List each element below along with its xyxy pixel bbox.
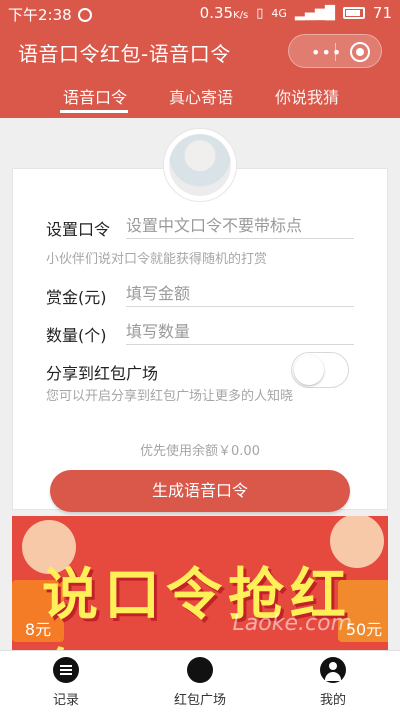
share-hint: 您可以开启分享到红包广场让更多的人知晓 xyxy=(46,389,294,404)
password-label: 设置口令 xyxy=(46,220,111,239)
page-title: 语音口令红包-语音口令 xyxy=(18,42,231,66)
battery-level: 71 xyxy=(372,4,392,22)
balance-text: 优先使用余额￥0.00 xyxy=(140,444,260,459)
amount-input[interactable] xyxy=(126,280,354,307)
mini-program-capsule: ••• xyxy=(288,34,382,68)
password-input[interactable] xyxy=(126,212,354,239)
share-label: 分享到红包广场 xyxy=(46,364,159,383)
nav-square-label: 红包广场 xyxy=(173,693,226,708)
promo-banner[interactable]: 8元 50元 说口令抢红包 Laoke.com xyxy=(12,516,388,652)
network-type: 4G xyxy=(271,6,287,20)
network-speed: 0.35K/s xyxy=(199,4,249,22)
count-label: 数量(个) xyxy=(46,326,107,345)
share-toggle[interactable] xyxy=(291,352,349,388)
nav-records-label: 记录 xyxy=(52,693,79,708)
status-time: 下午2:38 xyxy=(8,6,72,24)
bottom-nav: 记录 红包广场 我的 xyxy=(0,650,400,712)
tab-guess-game[interactable]: 你说我猜 xyxy=(275,84,339,108)
watermark: Laoke.com xyxy=(232,611,352,636)
nav-mine-label: 我的 xyxy=(319,693,346,708)
grid-icon xyxy=(187,657,213,683)
close-icon[interactable] xyxy=(350,42,370,62)
amount-label: 赏金(元) xyxy=(46,288,107,307)
active-tab-indicator xyxy=(60,110,128,113)
nav-records[interactable]: 记录 xyxy=(26,657,106,708)
banner-headline: 说口令抢红包 xyxy=(42,562,352,652)
list-icon xyxy=(53,657,79,683)
password-hint: 小伙伴们说对口令就能获得随机的打赏 xyxy=(46,252,268,267)
nav-mine[interactable]: 我的 xyxy=(293,657,373,708)
generate-button[interactable]: 生成语音口令 xyxy=(50,470,350,512)
more-icon[interactable]: ••• xyxy=(311,43,342,62)
count-input[interactable] xyxy=(126,318,354,345)
user-icon xyxy=(320,657,346,683)
nav-red-packet-square[interactable]: 红包广场 xyxy=(160,657,240,708)
status-bar: 下午2:38 0.35K/s ▯ 4G ▂▄▆█ 71 xyxy=(0,0,400,26)
toggle-knob xyxy=(294,355,324,385)
tab-voice-password[interactable]: 语音口令 xyxy=(63,84,127,108)
battery-icon xyxy=(342,7,365,19)
notification-icon xyxy=(77,7,92,22)
capsule-divider xyxy=(335,43,336,61)
app-header: 语音口令红包-语音口令 ••• 语音口令 真心寄语 你说我猜 xyxy=(0,26,400,118)
tab-sincere-message[interactable]: 真心寄语 xyxy=(169,84,233,108)
vibrate-icon: ▯ xyxy=(256,5,264,21)
signal-icon: ▂▄▆█ xyxy=(294,5,335,21)
avatar xyxy=(163,128,237,202)
